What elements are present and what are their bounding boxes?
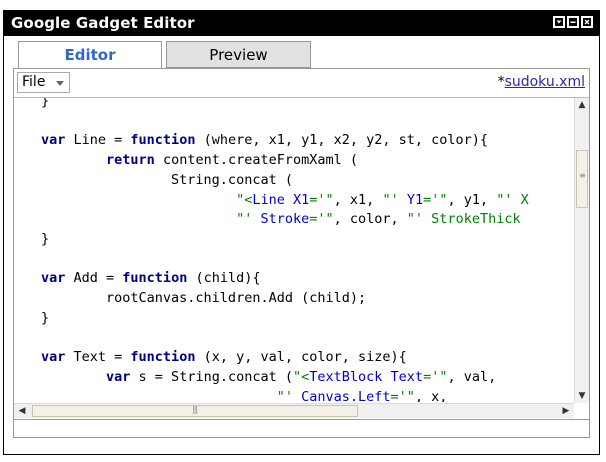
code-line: var Line = function (where, x1, y1, x2, … — [41, 132, 489, 149]
code-area[interactable]: } var Line = function (where, x1, y1, x2,… — [14, 98, 574, 402]
vertical-scroll-thumb[interactable]: ≡ — [576, 150, 588, 208]
minimize-icon[interactable] — [567, 16, 579, 28]
scroll-up-icon[interactable]: ▲ — [575, 98, 589, 112]
scroll-left-icon[interactable]: ◀ — [15, 404, 29, 418]
close-icon[interactable] — [581, 16, 593, 28]
horizontal-scroll-thumb[interactable]: ||| — [32, 405, 358, 417]
editor-panel: File *sudoku.xml } var Line = function (w… — [13, 68, 590, 438]
file-menu-label: File — [22, 74, 46, 90]
code-line: "<Line X1='", x1, "' Y1='", y1, "' X — [236, 191, 529, 208]
code-line: var Text = function (x, y, val, color, s… — [41, 349, 407, 366]
code-line: rootCanvas.children.Add (child); — [41, 290, 367, 306]
code-line: String.concat ( — [41, 171, 293, 188]
window-controls — [553, 16, 593, 28]
editor-body: Editor Preview File *sudoku.xml } var Lin… — [13, 41, 590, 438]
chevron-down-icon — [56, 81, 64, 86]
code-line: var Add = function (child){ — [41, 270, 261, 287]
code-line: "' Stroke='", color, "' StrokeThick — [236, 211, 521, 228]
dropdown-icon[interactable] — [553, 16, 565, 28]
scroll-down-icon[interactable]: ▼ — [575, 389, 589, 403]
modified-marker: * — [497, 74, 505, 90]
file-name: *sudoku.xml — [498, 74, 585, 90]
title-bar[interactable]: Google Gadget Editor — [4, 11, 599, 36]
status-bar — [14, 419, 589, 437]
code-line: "' Canvas.Left='", x, — [276, 388, 448, 403]
code-line: return content.createFromXaml ( — [106, 152, 359, 169]
horizontal-scrollbar[interactable]: ◀ ||| ▶ — [14, 403, 574, 418]
file-menu[interactable]: File — [17, 72, 70, 93]
tab-preview[interactable]: Preview — [166, 41, 311, 68]
code-line: } — [41, 230, 50, 247]
vertical-scrollbar[interactable]: ▲ ≡ ▼ — [574, 98, 589, 403]
code-line: } — [41, 98, 50, 109]
grip-icon: ||| — [192, 405, 198, 414]
tab-editor[interactable]: Editor — [18, 41, 162, 69]
scroll-right-icon[interactable]: ▶ — [559, 404, 573, 418]
grip-icon: ≡ — [579, 171, 586, 180]
file-name-link[interactable]: sudoku.xml — [505, 74, 585, 90]
code-line: } — [41, 309, 50, 326]
code-editor[interactable]: } var Line = function (where, x1, y1, x2,… — [14, 97, 589, 420]
editor-toolbar: File *sudoku.xml — [14, 69, 589, 96]
window-title: Google Gadget Editor — [11, 14, 195, 32]
gadget-window: Google Gadget Editor Editor Preview File — [3, 10, 600, 455]
code-line: var s = String.concat ("<TextBlock Text=… — [106, 368, 497, 385]
